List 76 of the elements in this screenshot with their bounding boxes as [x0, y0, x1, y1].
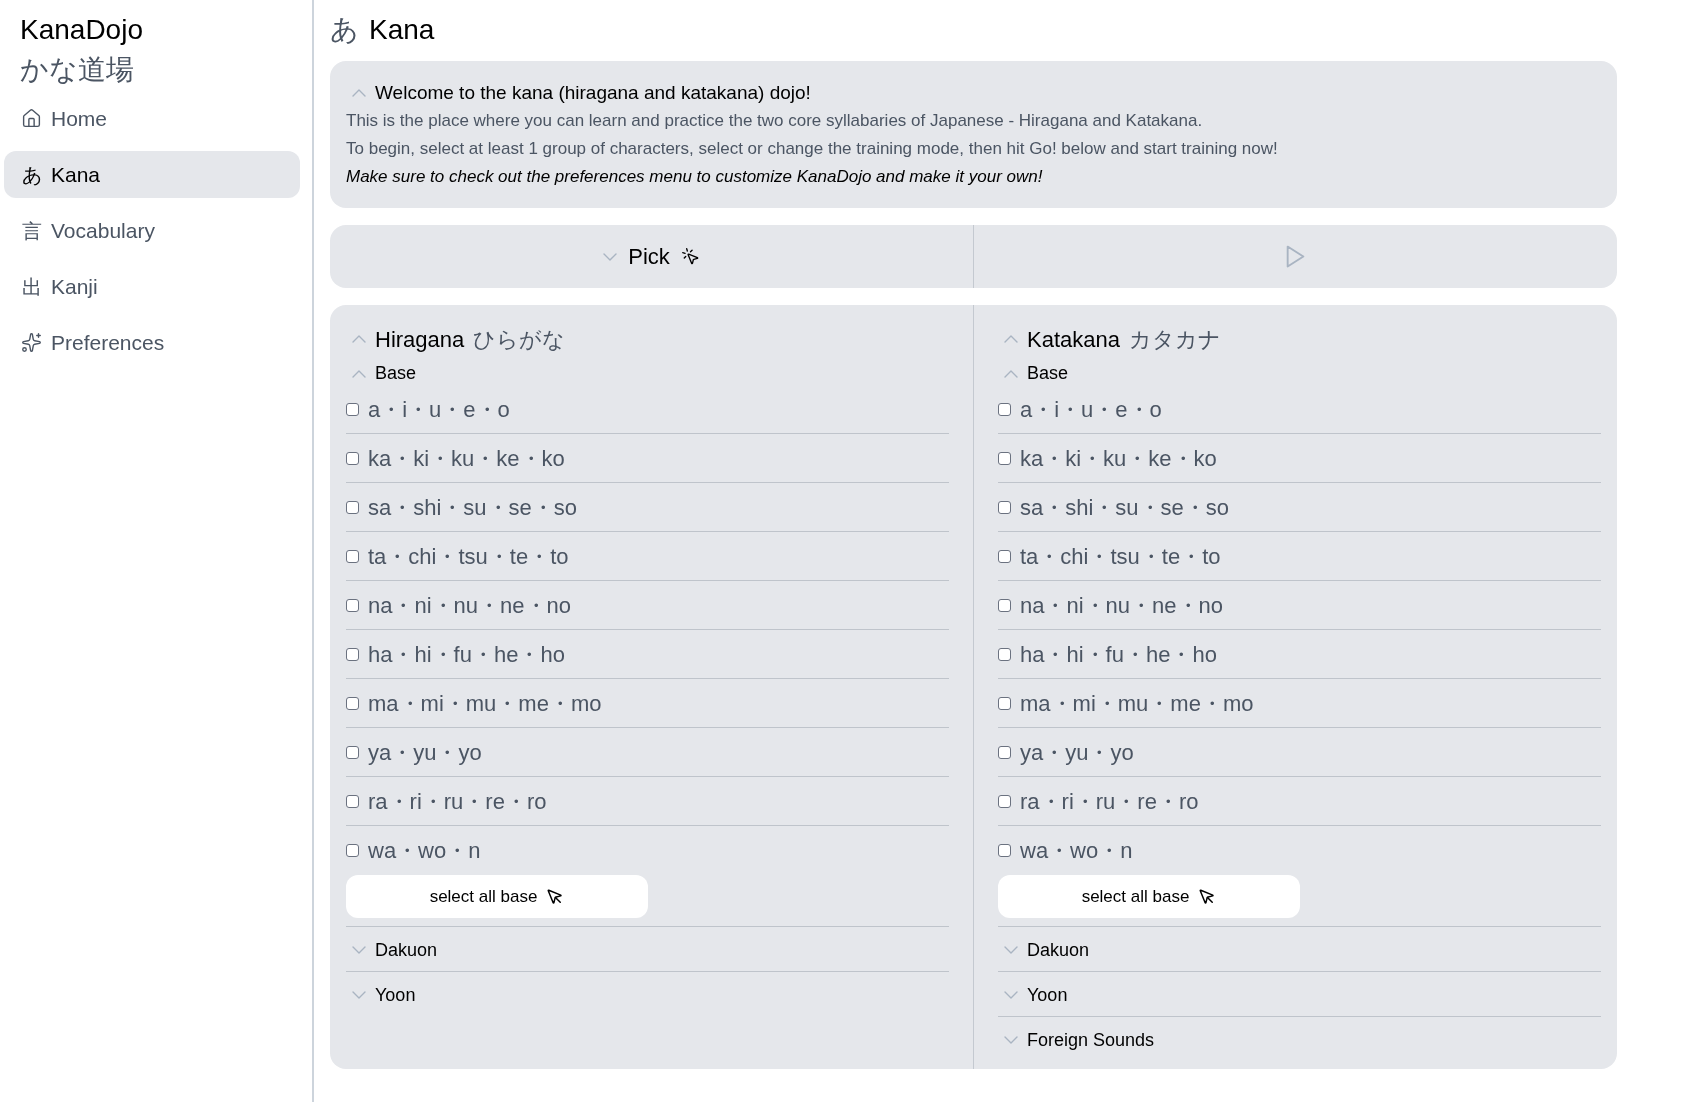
cursor-icon	[1198, 887, 1217, 906]
checkbox[interactable]	[998, 843, 1011, 857]
checkbox[interactable]	[998, 500, 1011, 514]
app-subtitle: かな道場	[19, 53, 135, 87]
nav-item[interactable]: 言 Vocabulary	[4, 207, 300, 254]
row-label: ta・chi・tsu・te・to	[368, 542, 569, 571]
select-all-button[interactable]: select all base	[998, 875, 1300, 918]
checkbox[interactable]	[998, 549, 1011, 563]
row-label: a・i・u・e・o	[1020, 395, 1162, 424]
accordion-header[interactable]: Welcome to the kana (hiragana and katakana) dojo!	[346, 79, 811, 107]
house-icon	[21, 108, 42, 129]
checkbox[interactable]	[998, 598, 1011, 612]
checkbox[interactable]	[346, 549, 359, 563]
checkbox[interactable]	[998, 402, 1011, 416]
cursor-icon	[546, 887, 565, 906]
row-label: ma・mi・mu・me・mo	[368, 689, 602, 718]
glyph-icon: 言	[21, 218, 42, 243]
checkbox[interactable]	[998, 745, 1011, 759]
row-label: ta・chi・tsu・te・to	[1020, 542, 1221, 571]
nav-item[interactable]: 出 Kanji	[4, 263, 300, 310]
intro-text: This is the place where you can learn and practice the two core syllabaries of Japanese - Hiragana and Katakana.	[346, 110, 1204, 132]
glyph-icon: あ	[330, 9, 359, 51]
row-label: ra・ri・ru・re・ro	[368, 787, 547, 816]
row-label: ma・mi・mu・me・mo	[1020, 689, 1254, 718]
row-label: ha・hi・fu・he・ho	[368, 640, 565, 669]
row-label: sa・shi・su・se・so	[1020, 493, 1230, 522]
sparkles-icon	[21, 332, 42, 353]
pick-button[interactable]: Pick	[330, 225, 973, 288]
checkbox[interactable]	[346, 647, 359, 661]
accordion-header[interactable]: Yoon	[346, 972, 416, 1016]
row-label: wa・wo・n	[368, 836, 481, 865]
checkbox[interactable]	[346, 843, 359, 857]
script-name: ひらがな	[473, 325, 566, 354]
accordion-header[interactable]: Yoon	[998, 972, 1068, 1016]
script-name: カタカナ	[1128, 325, 1221, 354]
row-label: ha・hi・fu・he・ho	[1020, 640, 1217, 669]
accordion-header[interactable]: Foreign Sounds	[998, 1017, 1155, 1061]
checkbox[interactable]	[346, 794, 359, 808]
app-title: KanaDojo	[19, 13, 144, 47]
nav-item[interactable]: Home	[4, 95, 300, 142]
accordion-header[interactable]: Base	[998, 362, 1069, 385]
checkbox[interactable]	[998, 647, 1011, 661]
accordion-header[interactable]: Katakana カタカナ	[998, 322, 1601, 356]
row-label: sa・shi・su・se・so	[368, 493, 578, 522]
row-label: ya・yu・yo	[1020, 738, 1134, 767]
checkbox[interactable]	[998, 696, 1011, 710]
glyph-icon: あ	[21, 162, 42, 187]
intro-text: Make sure to check out the preferences menu to customize KanaDojo and make it your own!	[346, 166, 1044, 188]
checkbox[interactable]	[346, 598, 359, 612]
play-icon	[1286, 245, 1305, 268]
row-label: ka・ki・ku・ke・ko	[1020, 444, 1217, 473]
checkbox[interactable]	[998, 794, 1011, 808]
checkbox[interactable]	[346, 745, 359, 759]
accordion-header[interactable]: Dakuon	[346, 927, 438, 971]
page-title: Kana	[369, 13, 435, 47]
row-label: ka・ki・ku・ke・ko	[368, 444, 565, 473]
row-label: a・i・u・e・o	[368, 395, 510, 424]
checkbox[interactable]	[346, 402, 359, 416]
row-label: na・ni・nu・ne・no	[368, 591, 571, 620]
checkbox[interactable]	[346, 451, 359, 465]
nav-item[interactable]: Preferences	[4, 319, 300, 366]
row-label: ya・yu・yo	[368, 738, 482, 767]
cursor-click-icon	[680, 247, 700, 266]
accordion-header[interactable]: Dakuon	[998, 927, 1090, 971]
nav-item[interactable]: あ Kana	[4, 151, 300, 198]
glyph-icon: 出	[21, 274, 42, 299]
row-label: ra・ri・ru・re・ro	[1020, 787, 1199, 816]
checkbox[interactable]	[346, 500, 359, 514]
checkbox[interactable]	[998, 451, 1011, 465]
intro-text: To begin, select at least 1 group of characters, select or change the training mode, then hit Go! below and start training now!	[346, 138, 1279, 160]
accordion-header[interactable]: Base	[346, 362, 417, 385]
row-label: na・ni・nu・ne・no	[1020, 591, 1223, 620]
row-label: wa・wo・n	[1020, 836, 1133, 865]
select-all-button[interactable]: select all base	[346, 875, 648, 918]
checkbox[interactable]	[346, 696, 359, 710]
accordion-header[interactable]: Hiragana ひらがな	[346, 322, 949, 356]
